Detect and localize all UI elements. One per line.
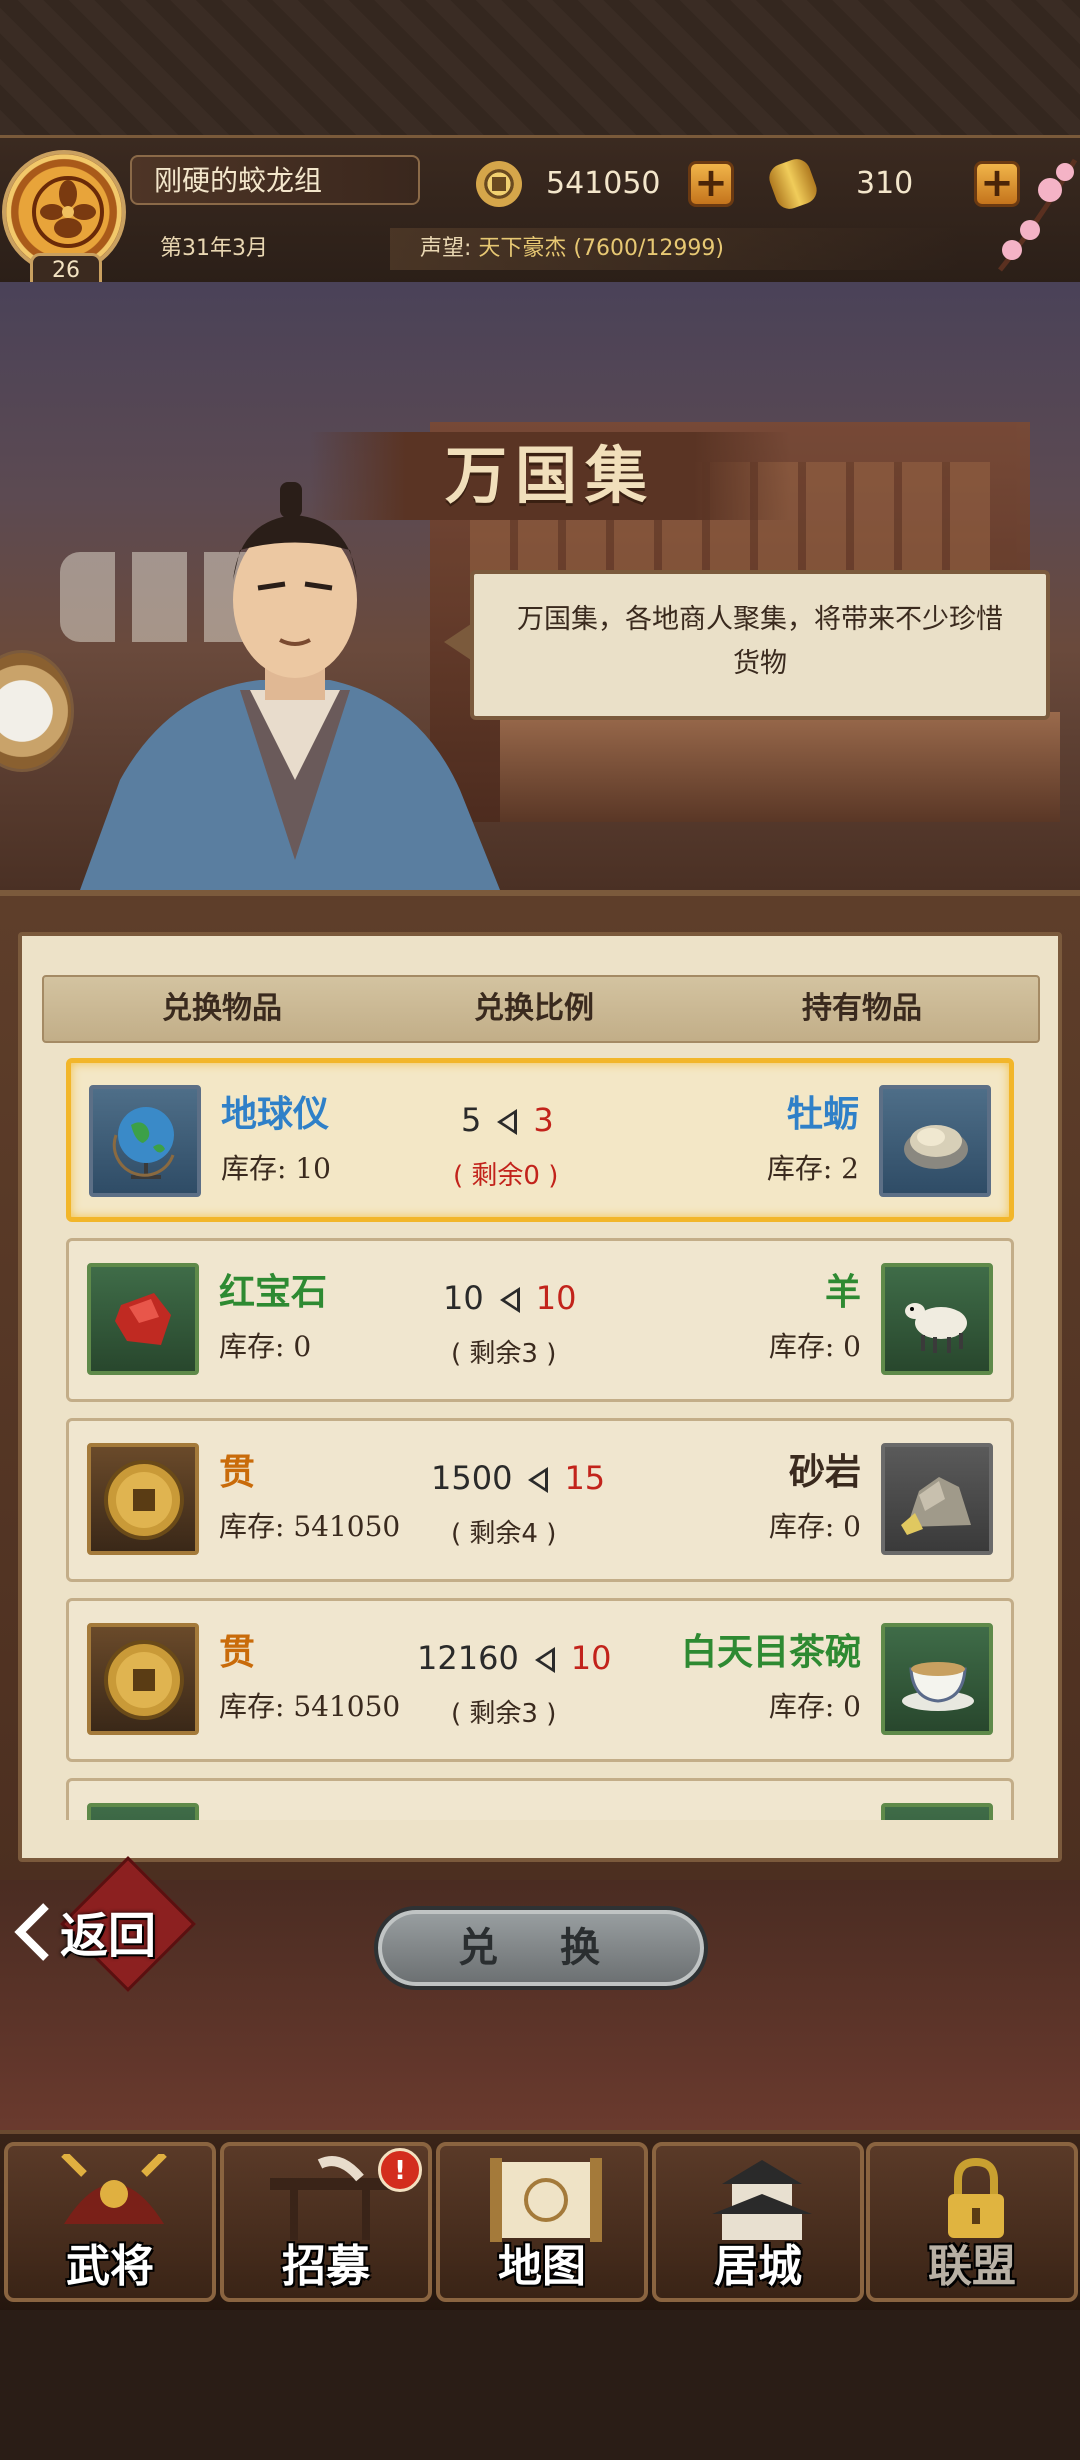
footer-band: [0, 2310, 1080, 2460]
nav-label: 联盟: [928, 2241, 1016, 2292]
ratio-get: 3: [533, 1101, 554, 1139]
exchange-table-header: 兑换物品 兑换比例 持有物品: [42, 975, 1040, 1043]
get-item-name: 牡蛎: [786, 1093, 859, 1135]
arrow-left-icon: [528, 1467, 549, 1493]
exchange-ratio: 1500 15: [431, 1459, 605, 1497]
exchange-row[interactable]: 地球仪 库存: 10 53 ( 剩余0 ) 牡蛎 库存: 2: [66, 1058, 1014, 1222]
gold-counter: 310: [765, 155, 952, 213]
exchange-row[interactable]: [66, 1778, 1014, 1820]
nav-generals[interactable]: 武将: [4, 2142, 216, 2302]
coin-counter: 541050: [476, 155, 696, 213]
sandstone-icon: [881, 1443, 993, 1555]
oyster-icon: [879, 1085, 991, 1197]
fame-label: 声望:: [420, 236, 472, 261]
give-item-stock: 库存: 541050: [219, 1690, 401, 1723]
tea-bowl-icon: [881, 1623, 993, 1735]
arrow-left-icon: [499, 1287, 520, 1313]
remaining-count: ( 剩余0 ): [453, 1161, 559, 1191]
give-item-stock: 库存: 0: [219, 1330, 312, 1363]
fame-value: 天下豪杰 (7600/12999): [478, 236, 724, 261]
get-item-stock: 库存: 2: [766, 1152, 859, 1185]
header-ratio: 兑换比例: [474, 991, 594, 1026]
remaining-count: ( 剩余4 ): [451, 1519, 557, 1549]
nav-alliance[interactable]: 联盟: [866, 2142, 1078, 2302]
cherry-blossom-icon: [998, 158, 1078, 272]
player-name[interactable]: 刚硬的蛟龙组: [130, 155, 420, 205]
exchange-row[interactable]: 红宝石 库存: 0 10 10 ( 剩余3 ) 羊 库存: 0: [66, 1238, 1014, 1402]
ratio-give: 10: [443, 1279, 484, 1317]
get-item-name: 羊: [824, 1271, 861, 1313]
back-button[interactable]: 返回: [6, 1880, 186, 1990]
get-item-stock: 库存: 0: [768, 1330, 861, 1363]
merchant-speech-bubble: 万国集，各地商人聚集，将带来不少珍惜货物: [444, 570, 1050, 720]
nav-label: 居城: [714, 2241, 802, 2292]
get-item-name: 砂岩: [788, 1451, 861, 1493]
ratio-give: 5: [461, 1101, 482, 1139]
chevron-left-icon: [14, 1903, 49, 1961]
exchange-ratio: 12160 10: [417, 1639, 612, 1677]
header-own: 持有物品: [802, 991, 922, 1026]
ratio-give: 1500: [431, 1459, 513, 1497]
nav-castle[interactable]: 居城: [652, 2142, 864, 2302]
fame-display: 声望: 天下豪杰 (7600/12999): [390, 228, 960, 270]
ratio-get: 15: [564, 1459, 606, 1497]
exchange-row[interactable]: 贯 库存: 541050 1500 15 ( 剩余4 ) 砂岩 库存: 0: [66, 1418, 1014, 1582]
top-decor-band: [0, 0, 1080, 135]
exchange-ratio: 10 10: [443, 1279, 576, 1317]
gold-amount: 310: [856, 166, 914, 201]
exchange-row[interactable]: 贯 库存: 541050 12160 10 ( 剩余3 ) 白天目茶碗 库存: 0: [66, 1598, 1014, 1762]
ratio-give: 12160: [417, 1639, 519, 1677]
give-item-name: 贯: [219, 1451, 256, 1493]
exchange-ratio: 53: [461, 1101, 554, 1139]
gold-ingot-icon: [765, 155, 821, 213]
arrow-left-icon: [534, 1647, 555, 1673]
coin-icon: [87, 1623, 199, 1735]
nav-label: 地图: [498, 2241, 586, 2292]
ratio-get: 10: [535, 1279, 577, 1317]
remaining-count: ( 剩余3 ): [451, 1339, 557, 1369]
get-item-stock: 库存: 0: [768, 1690, 861, 1723]
add-coins-button[interactable]: +: [688, 161, 734, 207]
globe-icon: [89, 1085, 201, 1197]
ratio-get: 10: [570, 1639, 612, 1677]
nav-map[interactable]: 地图: [436, 2142, 648, 2302]
get-item-name: 白天目茶碗: [680, 1631, 861, 1673]
ruby-icon: [87, 1263, 199, 1375]
give-item-stock: 库存: 541050: [219, 1510, 401, 1543]
coin-icon: [87, 1443, 199, 1555]
header-give: 兑换物品: [162, 991, 282, 1026]
item-icon: [87, 1803, 199, 1820]
arrow-left-icon: [497, 1109, 518, 1135]
item-icon: [881, 1803, 993, 1820]
exchange-button[interactable]: 兑 换: [374, 1906, 708, 1990]
get-item-stock: 库存: 0: [768, 1510, 861, 1543]
give-item-name: 地球仪: [221, 1093, 330, 1135]
give-item-name: 红宝石: [219, 1271, 328, 1313]
game-date: 第31年3月: [160, 236, 268, 261]
recruit-notification-badge: !: [378, 2148, 422, 2192]
exchange-list[interactable]: 地球仪 库存: 10 53 ( 剩余0 ) 牡蛎 库存: 2 红宝石 库存: 0…: [60, 1058, 1020, 1820]
back-label: 返回: [60, 1908, 157, 1964]
give-item-name: 贯: [219, 1631, 256, 1673]
nav-label: 武将: [66, 2241, 154, 2292]
nav-label: 招募: [282, 2241, 370, 2292]
coin-amount: 541050: [546, 166, 661, 201]
give-item-stock: 库存: 10: [221, 1152, 331, 1185]
coin-icon: [476, 161, 522, 207]
clan-crest-icon: [32, 176, 104, 248]
shop-counter: [500, 712, 1060, 822]
sheep-icon: [881, 1263, 993, 1375]
remaining-count: ( 剩余3 ): [451, 1699, 557, 1729]
